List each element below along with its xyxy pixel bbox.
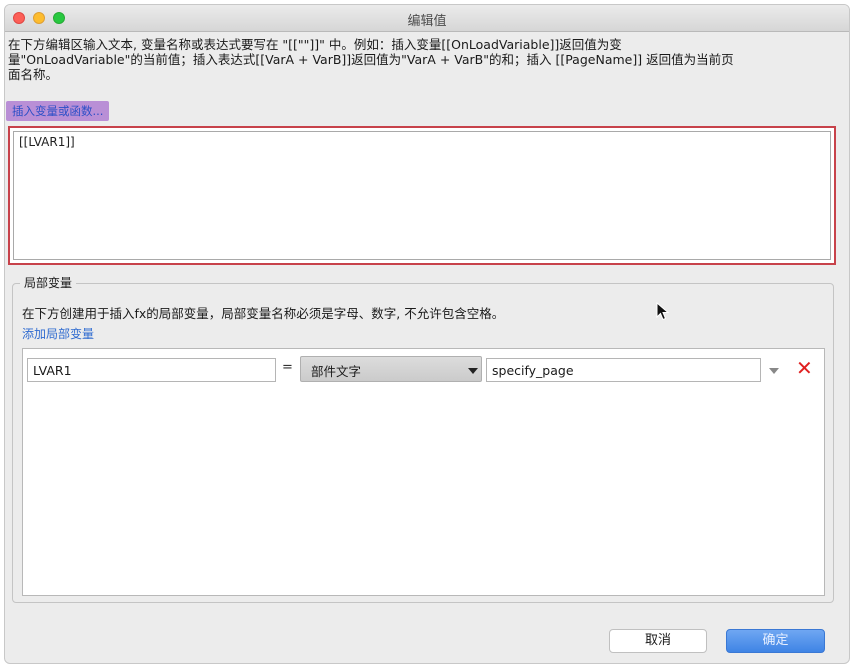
local-variable-target-input[interactable]: specify_page xyxy=(486,358,761,382)
instructions-line-1: 在下方编辑区输入文本, 变量名称或表达式要写在 "[[""]]" 中。例如：插入… xyxy=(8,37,622,52)
delete-variable-icon[interactable]: ✕ xyxy=(796,357,813,379)
local-variable-type-select[interactable]: 部件文字 xyxy=(300,356,482,382)
chevron-down-icon xyxy=(468,368,478,374)
ok-button[interactable]: 确定 xyxy=(726,629,825,653)
local-variables-legend: 局部变量 xyxy=(20,274,77,291)
local-variables-list xyxy=(22,348,825,596)
editor-highlight: [[LVAR1]] xyxy=(8,126,836,265)
local-variables-description: 在下方创建用于插入fx的局部变量，局部变量名称必须是字母、数字, 不允许包含空格… xyxy=(22,306,505,321)
instructions-text: 在下方编辑区输入文本, 变量名称或表达式要写在 "[[""]]" 中。例如：插入… xyxy=(8,37,834,82)
local-variable-name-input[interactable]: LVAR1 xyxy=(27,358,276,382)
title-bar: 编辑值 xyxy=(5,5,849,32)
add-local-variable-link[interactable]: 添加局部变量 xyxy=(22,325,94,342)
mouse-pointer-icon xyxy=(656,302,670,321)
insert-variable-or-function-button[interactable]: 插入变量或函数... xyxy=(6,101,110,121)
cancel-button[interactable]: 取消 xyxy=(609,629,707,653)
window-title: 编辑值 xyxy=(407,14,447,29)
equals-sign: = xyxy=(282,360,293,375)
chevron-down-icon[interactable] xyxy=(769,368,779,374)
value-editor-textarea[interactable]: [[LVAR1]] xyxy=(13,131,831,260)
instructions-line-2: 量"OnLoadVariable"的当前值；插入表达式[[VarA + VarB… xyxy=(8,52,734,67)
instructions-line-3: 面名称。 xyxy=(8,67,59,82)
